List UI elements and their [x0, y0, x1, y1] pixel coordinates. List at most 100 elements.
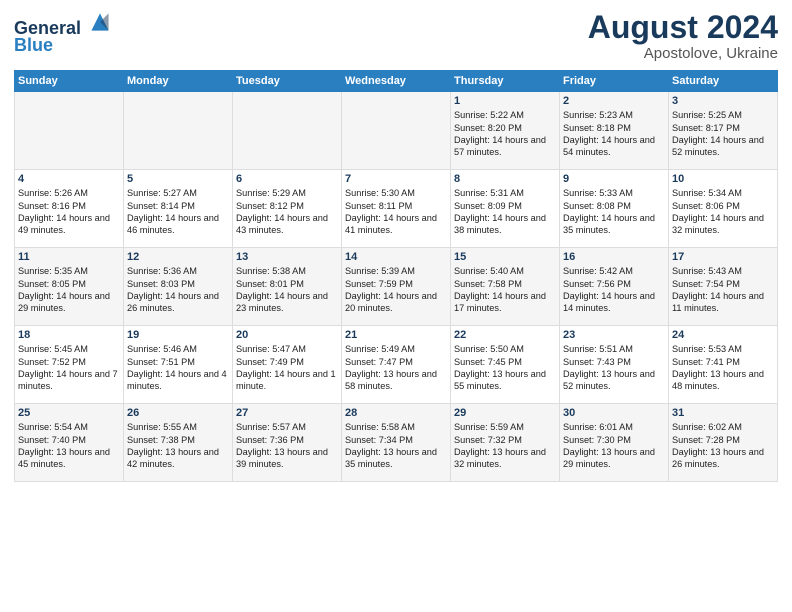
cell-content: Sunrise: 5:58 AM Sunset: 7:34 PM Dayligh… [345, 421, 447, 471]
page-header: General Blue August 2024 Apostolove, Ukr… [14, 10, 778, 62]
day-number: 4 [18, 173, 120, 185]
calendar-cell: 26 Sunrise: 5:55 AM Sunset: 7:38 PM Dayli… [124, 404, 233, 482]
day-number: 15 [454, 251, 556, 263]
cell-content: Sunrise: 5:55 AM Sunset: 7:38 PM Dayligh… [127, 421, 229, 471]
calendar-cell: 25 Sunrise: 5:54 AM Sunset: 7:40 PM Dayli… [15, 404, 124, 482]
header-tuesday: Tuesday [233, 71, 342, 92]
cell-content: Sunrise: 5:33 AM Sunset: 8:08 PM Dayligh… [563, 187, 665, 237]
day-number: 7 [345, 173, 447, 185]
page-container: General Blue August 2024 Apostolove, Ukr… [0, 0, 792, 488]
cell-content: Sunrise: 5:57 AM Sunset: 7:36 PM Dayligh… [236, 421, 338, 471]
title-block: August 2024 Apostolove, Ukraine [588, 10, 778, 62]
day-number: 13 [236, 251, 338, 263]
day-number: 5 [127, 173, 229, 185]
calendar-cell [233, 92, 342, 170]
calendar-cell: 23Sunrise: 5:51 AM Sunset: 7:43 PM Dayli… [560, 326, 669, 404]
day-number: 6 [236, 173, 338, 185]
cell-content: Sunrise: 5:23 AM Sunset: 8:18 PM Dayligh… [563, 109, 665, 159]
calendar-cell: 17Sunrise: 5:43 AM Sunset: 7:54 PM Dayli… [669, 248, 778, 326]
calendar-cell: 30Sunrise: 6:01 AM Sunset: 7:30 PM Dayli… [560, 404, 669, 482]
cell-content: Sunrise: 5:46 AM Sunset: 7:51 PM Dayligh… [127, 343, 229, 393]
cell-content: Sunrise: 5:50 AM Sunset: 7:45 PM Dayligh… [454, 343, 556, 393]
cell-content: Sunrise: 5:51 AM Sunset: 7:43 PM Dayligh… [563, 343, 665, 393]
cell-content: Sunrise: 5:35 AM Sunset: 8:05 PM Dayligh… [18, 265, 120, 315]
calendar-header-row: Sunday Monday Tuesday Wednesday Thursday… [15, 71, 778, 92]
day-number: 1 [454, 95, 556, 107]
calendar-cell: 13 Sunrise: 5:38 AM Sunset: 8:01 PM Dayli… [233, 248, 342, 326]
calendar-cell: 31 Sunrise: 6:02 AM Sunset: 7:28 PM Dayli… [669, 404, 778, 482]
header-sunday: Sunday [15, 71, 124, 92]
calendar-cell: 2 Sunrise: 5:23 AM Sunset: 8:18 PM Daylig… [560, 92, 669, 170]
cell-content: Sunrise: 6:02 AM Sunset: 7:28 PM Dayligh… [672, 421, 774, 471]
calendar-cell: 29Sunrise: 5:59 AM Sunset: 7:32 PM Dayli… [451, 404, 560, 482]
day-number: 25 [18, 407, 120, 419]
calendar-cell: 12 Sunrise: 5:36 AM Sunset: 8:03 PM Dayli… [124, 248, 233, 326]
day-number: 18 [18, 329, 120, 341]
cell-content: Sunrise: 5:25 AM Sunset: 8:17 PM Dayligh… [672, 109, 774, 159]
calendar-cell: 4 Sunrise: 5:26 AM Sunset: 8:16 PM Daylig… [15, 170, 124, 248]
calendar-cell: 21 Sunrise: 5:49 AM Sunset: 7:47 PM Dayli… [342, 326, 451, 404]
header-thursday: Thursday [451, 71, 560, 92]
cell-content: Sunrise: 5:29 AM Sunset: 8:12 PM Dayligh… [236, 187, 338, 237]
cell-content: Sunrise: 5:30 AM Sunset: 8:11 PM Dayligh… [345, 187, 447, 237]
cell-content: Sunrise: 5:40 AM Sunset: 7:58 PM Dayligh… [454, 265, 556, 315]
day-number: 17 [672, 251, 774, 263]
header-friday: Friday [560, 71, 669, 92]
day-number: 19 [127, 329, 229, 341]
calendar-cell: 18 Sunrise: 5:45 AM Sunset: 7:52 PM Dayli… [15, 326, 124, 404]
day-number: 10 [672, 173, 774, 185]
cell-content: Sunrise: 5:47 AM Sunset: 7:49 PM Dayligh… [236, 343, 338, 393]
day-number: 8 [454, 173, 556, 185]
day-number: 21 [345, 329, 447, 341]
day-number: 26 [127, 407, 229, 419]
logo-icon [88, 10, 112, 34]
day-number: 31 [672, 407, 774, 419]
header-monday: Monday [124, 71, 233, 92]
day-number: 3 [672, 95, 774, 107]
calendar-week-4: 18 Sunrise: 5:45 AM Sunset: 7:52 PM Dayli… [15, 326, 778, 404]
calendar-cell: 7 Sunrise: 5:30 AM Sunset: 8:11 PM Daylig… [342, 170, 451, 248]
day-number: 28 [345, 407, 447, 419]
calendar-week-2: 4 Sunrise: 5:26 AM Sunset: 8:16 PM Daylig… [15, 170, 778, 248]
cell-content: Sunrise: 5:34 AM Sunset: 8:06 PM Dayligh… [672, 187, 774, 237]
day-number: 14 [345, 251, 447, 263]
day-number: 12 [127, 251, 229, 263]
day-number: 9 [563, 173, 665, 185]
location-subtitle: Apostolove, Ukraine [588, 45, 778, 62]
cell-content: Sunrise: 5:27 AM Sunset: 8:14 PM Dayligh… [127, 187, 229, 237]
calendar-cell: 11Sunrise: 5:35 AM Sunset: 8:05 PM Dayli… [15, 248, 124, 326]
header-saturday: Saturday [669, 71, 778, 92]
calendar-cell: 15 Sunrise: 5:40 AM Sunset: 7:58 PM Dayli… [451, 248, 560, 326]
calendar-cell: 3 Sunrise: 5:25 AM Sunset: 8:17 PM Daylig… [669, 92, 778, 170]
calendar-cell: 5 Sunrise: 5:27 AM Sunset: 8:14 PM Daylig… [124, 170, 233, 248]
calendar-cell [15, 92, 124, 170]
calendar-cell: 14 Sunrise: 5:39 AM Sunset: 7:59 PM Dayli… [342, 248, 451, 326]
month-title: August 2024 [588, 10, 778, 45]
calendar-cell [124, 92, 233, 170]
calendar-cell: 8 Sunrise: 5:31 AM Sunset: 8:09 PM Daylig… [451, 170, 560, 248]
cell-content: Sunrise: 5:26 AM Sunset: 8:16 PM Dayligh… [18, 187, 120, 237]
day-number: 2 [563, 95, 665, 107]
calendar-cell: 28 Sunrise: 5:58 AM Sunset: 7:34 PM Dayli… [342, 404, 451, 482]
cell-content: Sunrise: 5:45 AM Sunset: 7:52 PM Dayligh… [18, 343, 120, 393]
cell-content: Sunrise: 5:31 AM Sunset: 8:09 PM Dayligh… [454, 187, 556, 237]
calendar-cell: 1 Sunrise: 5:22 AM Sunset: 8:20 PM Daylig… [451, 92, 560, 170]
cell-content: Sunrise: 5:53 AM Sunset: 7:41 PM Dayligh… [672, 343, 774, 393]
calendar-week-5: 25 Sunrise: 5:54 AM Sunset: 7:40 PM Dayli… [15, 404, 778, 482]
calendar-cell: 9 Sunrise: 5:33 AM Sunset: 8:08 PM Daylig… [560, 170, 669, 248]
header-wednesday: Wednesday [342, 71, 451, 92]
calendar-cell: 10 Sunrise: 5:34 AM Sunset: 8:06 PM Dayli… [669, 170, 778, 248]
day-number: 27 [236, 407, 338, 419]
cell-content: Sunrise: 5:39 AM Sunset: 7:59 PM Dayligh… [345, 265, 447, 315]
calendar-week-3: 11Sunrise: 5:35 AM Sunset: 8:05 PM Dayli… [15, 248, 778, 326]
calendar-week-1: 1 Sunrise: 5:22 AM Sunset: 8:20 PM Daylig… [15, 92, 778, 170]
cell-content: Sunrise: 5:22 AM Sunset: 8:20 PM Dayligh… [454, 109, 556, 159]
cell-content: Sunrise: 5:36 AM Sunset: 8:03 PM Dayligh… [127, 265, 229, 315]
day-number: 29 [454, 407, 556, 419]
calendar-cell [342, 92, 451, 170]
cell-content: Sunrise: 5:54 AM Sunset: 7:40 PM Dayligh… [18, 421, 120, 471]
day-number: 24 [672, 329, 774, 341]
cell-content: Sunrise: 5:49 AM Sunset: 7:47 PM Dayligh… [345, 343, 447, 393]
cell-content: Sunrise: 5:42 AM Sunset: 7:56 PM Dayligh… [563, 265, 665, 315]
cell-content: Sunrise: 5:38 AM Sunset: 8:01 PM Dayligh… [236, 265, 338, 315]
